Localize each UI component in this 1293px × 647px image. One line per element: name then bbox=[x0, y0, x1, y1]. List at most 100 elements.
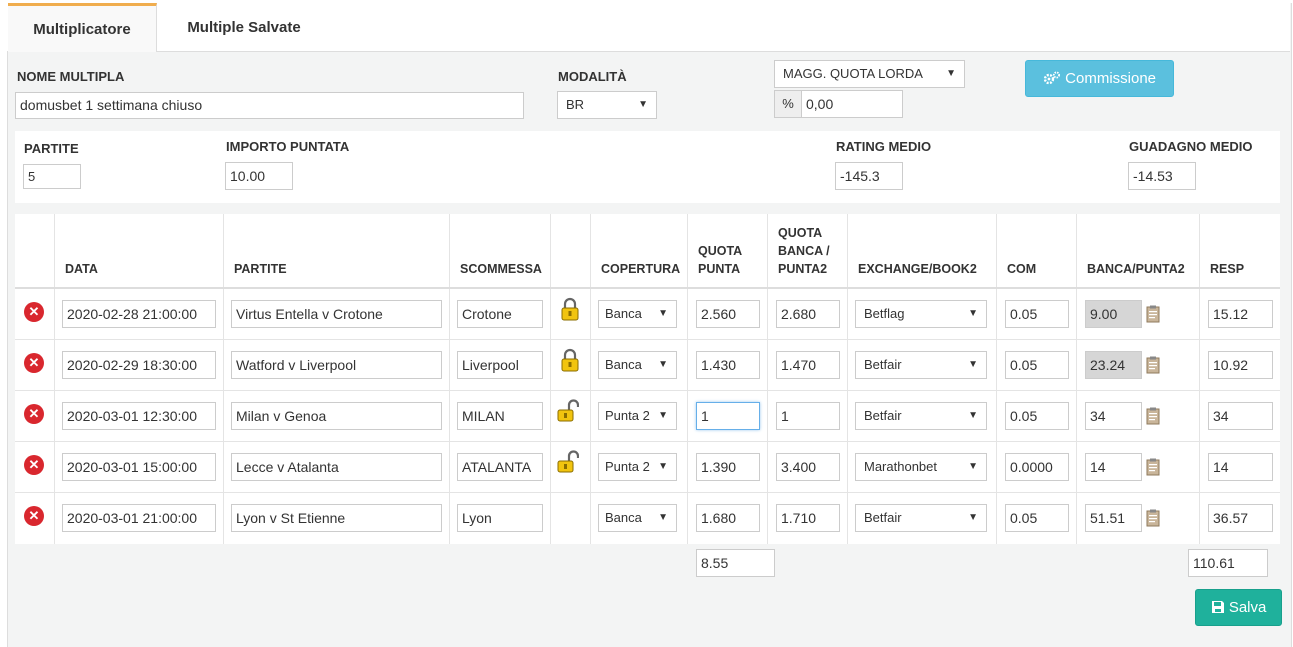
row-banca-input[interactable]: 34 bbox=[1085, 402, 1142, 430]
delete-row-icon[interactable]: ✕ bbox=[24, 353, 44, 373]
delete-row-icon[interactable]: ✕ bbox=[24, 455, 44, 475]
commissione-label: Commissione bbox=[1065, 70, 1157, 87]
row-scommessa-input[interactable]: Crotone bbox=[457, 300, 543, 328]
partite-input[interactable]: 5 bbox=[23, 164, 81, 189]
row-data-input[interactable]: 2020-02-28 21:00:00 bbox=[62, 300, 216, 328]
row-banca-input[interactable]: 9.00 bbox=[1085, 300, 1142, 328]
row-quota-banca-input[interactable]: 1.710 bbox=[776, 504, 840, 532]
clipboard-icon[interactable] bbox=[1146, 356, 1160, 374]
row-quota-banca-input[interactable]: 2.680 bbox=[776, 300, 840, 328]
nome-multipla-label: NOME MULTIPLA bbox=[17, 69, 125, 84]
row-quota-punta-input[interactable]: 1 bbox=[696, 402, 760, 430]
row-quota-punta-input[interactable]: 1.390 bbox=[696, 453, 760, 481]
row-copertura-select[interactable]: Banca ▼ bbox=[598, 300, 677, 328]
row-com-input[interactable]: 0.05 bbox=[1005, 504, 1069, 532]
unlock-icon[interactable] bbox=[557, 399, 579, 423]
chevron-down-icon: ▼ bbox=[658, 461, 668, 472]
salva-button[interactable]: Salva bbox=[1195, 589, 1282, 626]
nome-multipla-input[interactable]: domusbet 1 settimana chiuso bbox=[15, 92, 524, 119]
lock-icon[interactable] bbox=[559, 297, 581, 321]
delete-row-icon[interactable]: ✕ bbox=[24, 404, 44, 424]
partite-label: PARTITE bbox=[24, 141, 79, 156]
row-scommessa-input[interactable]: MILAN bbox=[457, 402, 543, 430]
row-quota-banca-input[interactable]: 1 bbox=[776, 402, 840, 430]
row-quota-banca-input[interactable]: 1.470 bbox=[776, 351, 840, 379]
percent-addon: % bbox=[774, 90, 802, 118]
cogs-icon bbox=[1043, 71, 1060, 85]
summary-panel bbox=[15, 131, 1280, 203]
clipboard-icon[interactable] bbox=[1146, 407, 1160, 425]
row-copertura-select[interactable]: Punta 2 ▼ bbox=[598, 453, 677, 481]
row-partita-input[interactable]: Lecce v Atalanta bbox=[231, 453, 442, 481]
row-quota-banca-input[interactable]: 3.400 bbox=[776, 453, 840, 481]
row-resp-input[interactable]: 15.12 bbox=[1208, 300, 1273, 328]
importo-input[interactable]: 10.00 bbox=[225, 162, 293, 190]
chevron-down-icon: ▼ bbox=[968, 461, 978, 472]
tab-multiplicatore[interactable]: Multiplicatore bbox=[8, 3, 157, 52]
row-banca-input[interactable]: 23.24 bbox=[1085, 351, 1142, 379]
row-data-input[interactable]: 2020-02-29 18:30:00 bbox=[62, 351, 216, 379]
row-quota-punta-input[interactable]: 1.430 bbox=[696, 351, 760, 379]
row-copertura-value: Punta 2 bbox=[605, 459, 650, 474]
row-resp-input[interactable]: 34 bbox=[1208, 402, 1273, 430]
modalita-value: BR bbox=[566, 97, 585, 112]
row-com-input[interactable]: 0.05 bbox=[1005, 300, 1069, 328]
row-partita-input[interactable]: Milan v Genoa bbox=[231, 402, 442, 430]
delete-row-icon[interactable]: ✕ bbox=[24, 506, 44, 526]
row-exchange-select[interactable]: Betfair ▼ bbox=[855, 402, 987, 430]
commissione-button[interactable]: Commissione bbox=[1025, 60, 1174, 97]
magg-quota-select[interactable]: MAGG. QUOTA LORDA ▼ bbox=[774, 60, 965, 88]
header-quota-punta-line2: PUNTA bbox=[698, 262, 741, 276]
header-copertura: COPERTURA bbox=[601, 262, 681, 276]
row-exchange-select[interactable]: Betfair ▼ bbox=[855, 504, 987, 532]
row-copertura-select[interactable]: Banca ▼ bbox=[598, 351, 677, 379]
header-banca-punta2: BANCA/PUNTA2 bbox=[1087, 262, 1185, 276]
row-data-input[interactable]: 2020-03-01 12:30:00 bbox=[62, 402, 216, 430]
row-partita-input[interactable]: Lyon v St Etienne bbox=[231, 504, 442, 532]
header-partite: PARTITE bbox=[234, 262, 287, 276]
row-exchange-value: Marathonbet bbox=[864, 459, 937, 474]
row-copertura-select[interactable]: Banca ▼ bbox=[598, 504, 677, 532]
delete-row-icon[interactable]: ✕ bbox=[24, 302, 44, 322]
row-copertura-select[interactable]: Punta 2 ▼ bbox=[598, 402, 677, 430]
rating-input[interactable]: -145.3 bbox=[835, 162, 903, 190]
row-resp-input[interactable]: 14 bbox=[1208, 453, 1273, 481]
row-banca-input[interactable]: 14 bbox=[1085, 453, 1142, 481]
modalita-select[interactable]: BR ▼ bbox=[557, 91, 657, 119]
row-resp-input[interactable]: 36.57 bbox=[1208, 504, 1273, 532]
row-quota-punta-input[interactable]: 2.560 bbox=[696, 300, 760, 328]
row-exchange-value: Betfair bbox=[864, 408, 902, 423]
row-data-input[interactable]: 2020-03-01 21:00:00 bbox=[62, 504, 216, 532]
clipboard-icon[interactable] bbox=[1146, 305, 1160, 323]
lock-icon[interactable] bbox=[559, 348, 581, 372]
total-quota-input[interactable]: 8.55 bbox=[696, 549, 775, 577]
row-scommessa-input[interactable]: Liverpool bbox=[457, 351, 543, 379]
row-resp-input[interactable]: 10.92 bbox=[1208, 351, 1273, 379]
percent-input[interactable]: 0,00 bbox=[801, 90, 903, 118]
row-banca-input[interactable]: 51.51 bbox=[1085, 504, 1142, 532]
clipboard-icon[interactable] bbox=[1146, 458, 1160, 476]
unlock-icon[interactable] bbox=[557, 450, 579, 474]
row-data-input[interactable]: 2020-03-01 15:00:00 bbox=[62, 453, 216, 481]
header-resp: RESP bbox=[1210, 262, 1245, 276]
salva-label: Salva bbox=[1228, 599, 1267, 616]
row-exchange-select[interactable]: Betfair ▼ bbox=[855, 351, 987, 379]
total-resp-input[interactable]: 110.61 bbox=[1188, 549, 1268, 577]
header-quota-banca-line3: PUNTA2 bbox=[778, 262, 828, 276]
tab-multiple-salvate[interactable]: Multiple Salvate bbox=[159, 3, 329, 51]
row-partita-input[interactable]: Watford v Liverpool bbox=[231, 351, 442, 379]
row-quota-punta-input[interactable]: 1.680 bbox=[696, 504, 760, 532]
row-partita-input[interactable]: Virtus Entella v Crotone bbox=[231, 300, 442, 328]
guadagno-input[interactable]: -14.53 bbox=[1128, 162, 1196, 190]
chevron-down-icon: ▼ bbox=[968, 410, 978, 421]
row-scommessa-input[interactable]: ATALANTA bbox=[457, 453, 543, 481]
row-exchange-select[interactable]: Marathonbet ▼ bbox=[855, 453, 987, 481]
row-exchange-select[interactable]: Betflag ▼ bbox=[855, 300, 987, 328]
row-scommessa-input[interactable]: Lyon bbox=[457, 504, 543, 532]
header-quota-banca-line1: QUOTA bbox=[778, 226, 823, 240]
row-com-input[interactable]: 0.05 bbox=[1005, 351, 1069, 379]
row-copertura-value: Banca bbox=[605, 357, 642, 372]
clipboard-icon[interactable] bbox=[1146, 509, 1160, 527]
row-com-input[interactable]: 0.05 bbox=[1005, 402, 1069, 430]
row-com-input[interactable]: 0.0000 bbox=[1005, 453, 1069, 481]
